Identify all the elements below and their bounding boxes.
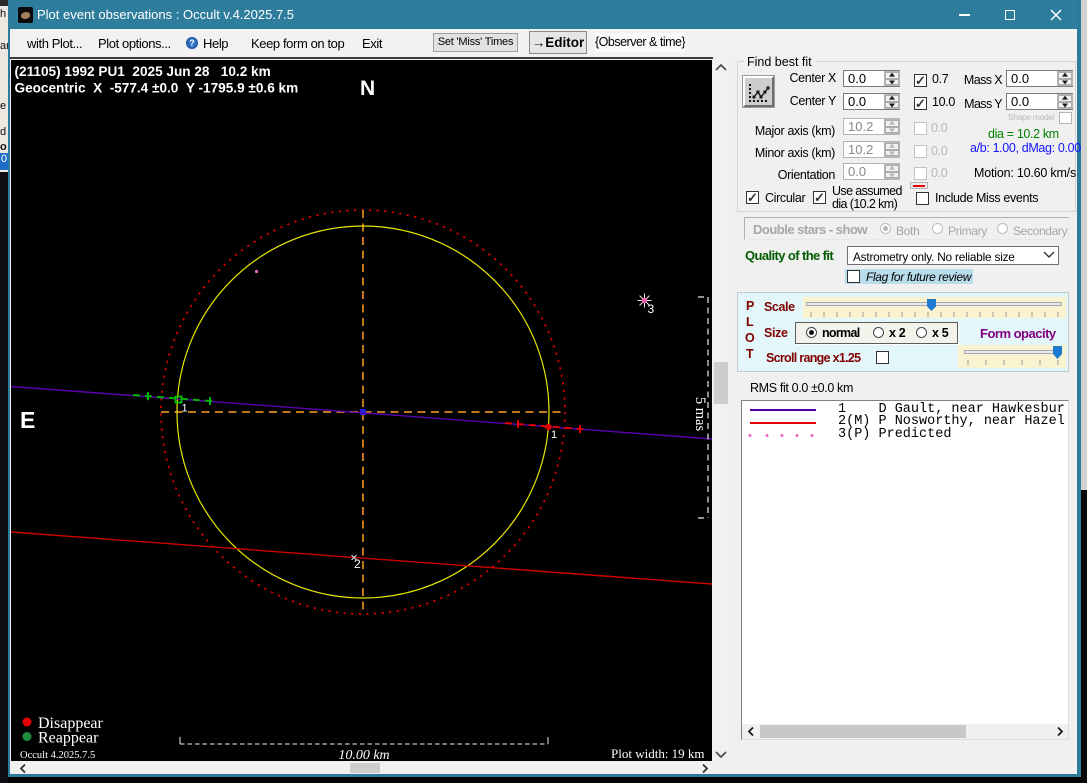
- svg-text:1: 1: [551, 429, 557, 441]
- svg-text:10.00 km: 10.00 km: [338, 748, 389, 761]
- svg-text:2: 2: [354, 557, 361, 571]
- svg-text:5 mas: 5 mas: [692, 397, 708, 432]
- svg-text:Reappear: Reappear: [38, 730, 99, 747]
- svg-text:Geocentric X -577.4 ±0.0 Y: Geocentric X -577.4 ±0.0 Y -1795.9 ±0.6 …: [15, 81, 299, 96]
- svg-text:(21105) 1992 PU1 2025 Jun 28: (21105) 1992 PU1 2025 Jun 28 10.2 km: [15, 64, 271, 79]
- svg-text:3: 3: [648, 302, 655, 316]
- svg-text:Occult 4.2025.7.5: Occult 4.2025.7.5: [20, 750, 95, 761]
- svg-text:Plot width: 19 km: Plot width: 19 km: [611, 746, 705, 761]
- svg-text:E: E: [20, 407, 35, 433]
- svg-text:N: N: [360, 77, 375, 100]
- svg-text:1: 1: [182, 403, 188, 415]
